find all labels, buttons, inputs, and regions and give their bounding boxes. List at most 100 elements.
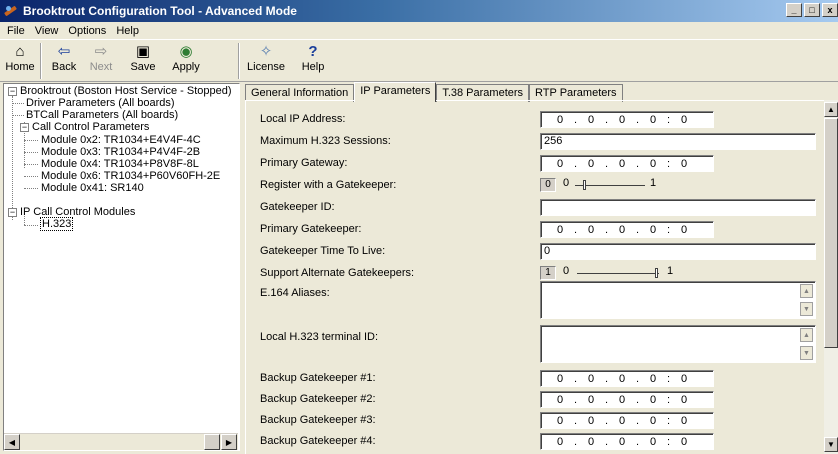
next-label: Next (89, 61, 113, 73)
help-button[interactable]: ? Help (298, 41, 328, 81)
floppy-disk-icon: ▣ (135, 43, 151, 60)
backup-gatekeeper-2-input[interactable]: 0. 0. 0. 0: 0 (540, 391, 714, 408)
e164-aliases-input[interactable]: ▲ ▼ (540, 281, 816, 319)
backup-gatekeeper-4-input[interactable]: 0. 0. 0. 0: 0 (540, 433, 714, 450)
e164-aliases-label: E.164 Aliases: (260, 287, 330, 299)
primary-gateway-label: Primary Gateway: (260, 157, 348, 169)
backup-gatekeeper-3-label: Backup Gatekeeper #3: (260, 414, 376, 426)
menu-view[interactable]: View (30, 25, 64, 37)
window-title: Brooktrout Configuration Tool - Advanced… (23, 4, 297, 18)
scroll-up-icon[interactable]: ▲ (824, 102, 838, 117)
tree-node-ip-call-control[interactable]: IP Call Control Modules (20, 206, 135, 219)
primary-gatekeeper-input[interactable]: 0. 0. 0. 0: 0 (540, 221, 714, 238)
tab-ip-parameters[interactable]: IP Parameters (354, 82, 437, 102)
menu-file[interactable]: File (2, 25, 30, 37)
backup-gatekeeper-1-label: Backup Gatekeeper #1: (260, 372, 376, 384)
slider-min-label: 0 (563, 265, 570, 277)
terminal-id-input[interactable]: ▲ ▼ (540, 325, 816, 363)
back-arrow-icon: ⇦ (57, 43, 71, 60)
tree-guide-line (24, 188, 38, 189)
menu-help[interactable]: Help (111, 25, 144, 37)
scroll-up-icon[interactable]: ▲ (800, 328, 813, 342)
help-label: Help (301, 61, 325, 73)
close-button[interactable]: x (822, 3, 838, 17)
license-button[interactable]: ✧ License (244, 41, 288, 81)
terminal-id-label: Local H.323 terminal ID: (260, 331, 378, 343)
apply-label: Apply (172, 61, 200, 73)
tree-node-h323[interactable]: H.323 (40, 217, 74, 231)
maximize-button[interactable]: □ (804, 3, 820, 17)
tree-guide-line (24, 140, 38, 141)
gatekeeper-id-label: Gatekeeper ID: (260, 201, 335, 213)
collapse-toggle-icon[interactable]: − (8, 87, 17, 96)
gatekeeper-ttl-label: Gatekeeper Time To Live: (260, 245, 386, 257)
alternate-gatekeepers-label: Support Alternate Gatekeepers: (260, 267, 415, 279)
backup-gatekeeper-4-label: Backup Gatekeeper #4: (260, 435, 376, 447)
ip-parameters-panel: Local IP Address: 0. 0. 0. 0: 0 Maximum … (245, 100, 838, 454)
home-button[interactable]: ⌂ Home (4, 41, 36, 81)
menu-bar: File View Options Help (0, 22, 838, 39)
next-button[interactable]: ⇨ Next (86, 41, 116, 81)
gatekeeper-id-input[interactable] (540, 199, 816, 216)
tab-strip: General Information IP Parameters T.38 P… (245, 82, 623, 102)
tree-horizontal-scrollbar[interactable]: ◀ ▶ (4, 433, 238, 450)
scroll-up-icon[interactable]: ▲ (800, 284, 813, 298)
toolbar: ⌂ Home ⇦ Back ⇨ Next ▣ Save ◉ Apply ✧ Li… (0, 39, 838, 82)
apply-globe-icon: ◉ (179, 43, 193, 60)
back-label: Back (51, 61, 77, 73)
home-label: Home (5, 61, 35, 73)
register-gatekeeper-value: 0 (540, 178, 556, 192)
next-arrow-icon: ⇨ (94, 43, 108, 60)
collapse-toggle-icon[interactable]: − (20, 123, 29, 132)
toolbar-separator (40, 43, 42, 79)
minimize-button[interactable]: _ (786, 3, 802, 17)
scroll-thumb[interactable] (824, 118, 838, 348)
save-label: Save (130, 61, 156, 73)
backup-gatekeeper-1-input[interactable]: 0. 0. 0. 0: 0 (540, 370, 714, 387)
local-ip-label: Local IP Address: (260, 113, 346, 125)
max-sessions-label: Maximum H.323 Sessions: (260, 135, 391, 147)
scroll-thumb[interactable] (204, 434, 220, 450)
max-sessions-input[interactable]: 256 (540, 133, 816, 150)
gatekeeper-ttl-input[interactable]: 0 (540, 243, 816, 260)
alternate-gatekeepers-slider-thumb[interactable] (655, 268, 658, 278)
panel-vertical-scrollbar[interactable]: ▲ ▼ (824, 100, 838, 454)
alternate-gatekeepers-value: 1 (540, 266, 556, 280)
tree-guide-line (24, 176, 38, 177)
scroll-down-icon[interactable]: ▼ (800, 302, 813, 316)
tree-guide-line (24, 225, 38, 226)
tree-node-module[interactable]: Module 0x41: SR140 (41, 182, 144, 195)
register-gatekeeper-label: Register with a Gatekeeper: (260, 179, 397, 191)
primary-gateway-input[interactable]: 0. 0. 0. 0: 0 (540, 155, 714, 172)
slider-min-label: 0 (563, 177, 570, 189)
tree-node-call-control[interactable]: Call Control Parameters (32, 121, 149, 134)
toolbar-separator (238, 43, 240, 79)
tree-guide-line (24, 152, 38, 153)
collapse-toggle-icon[interactable]: − (8, 208, 17, 217)
tree-node-h323-label: H.323 (40, 217, 74, 231)
local-ip-input[interactable]: 0. 0. 0. 0: 0 (540, 111, 714, 128)
primary-gatekeeper-label: Primary Gatekeeper: (260, 223, 362, 235)
backup-gatekeeper-2-label: Backup Gatekeeper #2: (260, 393, 376, 405)
register-gatekeeper-slider-thumb[interactable] (583, 180, 586, 190)
scroll-right-icon[interactable]: ▶ (221, 434, 237, 450)
window-controls: _ □ x (786, 3, 838, 17)
alternate-gatekeepers-slider[interactable] (577, 273, 659, 274)
home-icon: ⌂ (15, 42, 25, 60)
title-bar[interactable]: Brooktrout Configuration Tool - Advanced… (0, 0, 838, 22)
menu-options[interactable]: Options (63, 25, 111, 37)
license-label: License (247, 61, 285, 73)
tree-guide-line (24, 164, 38, 165)
navigation-tree: − Brooktrout (Boston Host Service - Stop… (3, 83, 240, 451)
back-button[interactable]: ⇦ Back (48, 41, 80, 81)
slider-max-label: 1 (650, 177, 657, 189)
tree-node-root-label: Brooktrout (Boston Host Service - Stoppe… (20, 85, 232, 97)
apply-button[interactable]: ◉ Apply (168, 41, 204, 81)
backup-gatekeeper-3-input[interactable]: 0. 0. 0. 0: 0 (540, 412, 714, 429)
slider-max-label: 1 (667, 265, 674, 277)
scroll-down-icon[interactable]: ▼ (824, 437, 838, 452)
save-button[interactable]: ▣ Save (128, 41, 158, 81)
scroll-down-icon[interactable]: ▼ (800, 346, 813, 360)
scroll-left-icon[interactable]: ◀ (4, 434, 20, 450)
app-icon (3, 3, 19, 19)
